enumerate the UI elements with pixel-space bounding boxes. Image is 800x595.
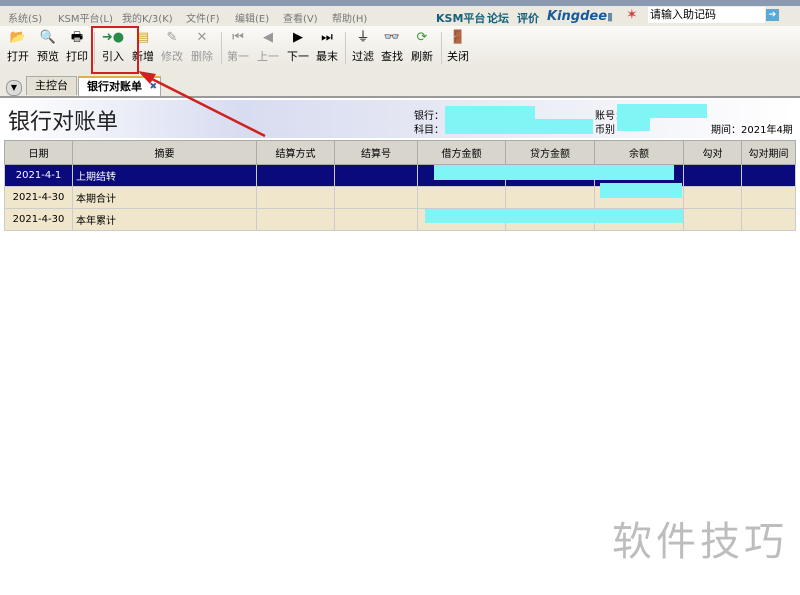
watermark: 软件技巧 <box>612 519 788 565</box>
annotation-arrow <box>138 71 266 138</box>
